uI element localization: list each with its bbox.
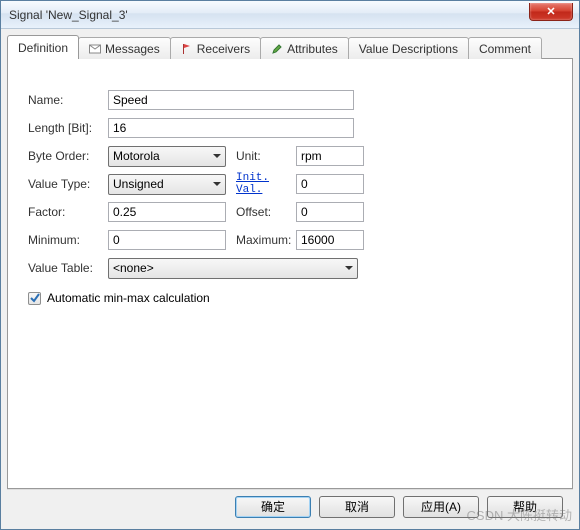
tab-label: Definition bbox=[18, 41, 68, 55]
byte-order-select[interactable]: Motorola bbox=[108, 146, 226, 167]
tab-attributes[interactable]: Attributes bbox=[260, 37, 349, 59]
label-value-type: Value Type: bbox=[28, 177, 108, 191]
label-maximum: Maximum: bbox=[236, 233, 296, 247]
chevron-down-icon bbox=[345, 266, 353, 270]
offset-field[interactable] bbox=[296, 202, 364, 222]
envelope-icon bbox=[89, 43, 101, 55]
ok-button[interactable]: 确定 bbox=[235, 496, 311, 518]
label-value-table: Value Table: bbox=[28, 261, 108, 275]
tab-messages[interactable]: Messages bbox=[78, 37, 171, 59]
label-minimum: Minimum: bbox=[28, 233, 108, 247]
flag-icon bbox=[181, 43, 193, 55]
init-val-field[interactable] bbox=[296, 174, 364, 194]
label-byte-order: Byte Order: bbox=[28, 149, 108, 163]
help-button[interactable]: 帮助 bbox=[487, 496, 563, 518]
value-table-select[interactable]: <none> bbox=[108, 258, 358, 279]
tab-definition[interactable]: Definition bbox=[7, 35, 79, 59]
tab-comment[interactable]: Comment bbox=[468, 37, 542, 59]
name-field[interactable] bbox=[108, 90, 354, 110]
client-area: Definition Messages Receivers Attributes bbox=[1, 29, 579, 529]
auto-minmax-checkbox[interactable] bbox=[28, 292, 41, 305]
close-button[interactable]: ✕ bbox=[529, 3, 573, 21]
tab-receivers[interactable]: Receivers bbox=[170, 37, 261, 59]
maximum-field[interactable] bbox=[296, 230, 364, 250]
length-field[interactable] bbox=[108, 118, 354, 138]
chevron-down-icon bbox=[213, 154, 221, 158]
check-icon bbox=[30, 293, 40, 303]
value-type-select[interactable]: Unsigned bbox=[108, 174, 226, 195]
unit-field[interactable] bbox=[296, 146, 364, 166]
init-val-link[interactable]: Init. Val. bbox=[236, 172, 296, 196]
tab-panel-definition: Name: Length [Bit]: Byte Order: Motorola… bbox=[7, 58, 573, 489]
button-bar: 确定 取消 应用(A) 帮助 bbox=[7, 489, 573, 523]
factor-field[interactable] bbox=[108, 202, 226, 222]
cancel-button[interactable]: 取消 bbox=[319, 496, 395, 518]
tab-label: Comment bbox=[479, 42, 531, 56]
chevron-down-icon bbox=[213, 182, 221, 186]
window-title: Signal 'New_Signal_3' bbox=[9, 8, 128, 22]
tabstrip: Definition Messages Receivers Attributes bbox=[7, 35, 573, 59]
pencil-icon bbox=[271, 43, 283, 55]
close-icon: ✕ bbox=[546, 5, 555, 18]
tab-label: Attributes bbox=[287, 42, 338, 56]
value-table-value: <none> bbox=[113, 261, 154, 275]
value-type-value: Unsigned bbox=[113, 177, 164, 191]
label-length: Length [Bit]: bbox=[28, 121, 108, 135]
tab-value-descriptions[interactable]: Value Descriptions bbox=[348, 37, 469, 59]
apply-button[interactable]: 应用(A) bbox=[403, 496, 479, 518]
tab-label: Receivers bbox=[197, 42, 250, 56]
label-factor: Factor: bbox=[28, 205, 108, 219]
label-unit: Unit: bbox=[236, 149, 296, 163]
label-name: Name: bbox=[28, 93, 108, 107]
tab-label: Messages bbox=[105, 42, 160, 56]
label-offset: Offset: bbox=[236, 205, 296, 219]
auto-minmax-label: Automatic min-max calculation bbox=[47, 291, 210, 305]
signal-dialog: Signal 'New_Signal_3' ✕ Definition Messa… bbox=[0, 0, 580, 530]
tab-label: Value Descriptions bbox=[359, 42, 458, 56]
byte-order-value: Motorola bbox=[113, 149, 160, 163]
auto-minmax-row: Automatic min-max calculation bbox=[28, 291, 552, 305]
titlebar[interactable]: Signal 'New_Signal_3' ✕ bbox=[1, 1, 579, 29]
minimum-field[interactable] bbox=[108, 230, 226, 250]
